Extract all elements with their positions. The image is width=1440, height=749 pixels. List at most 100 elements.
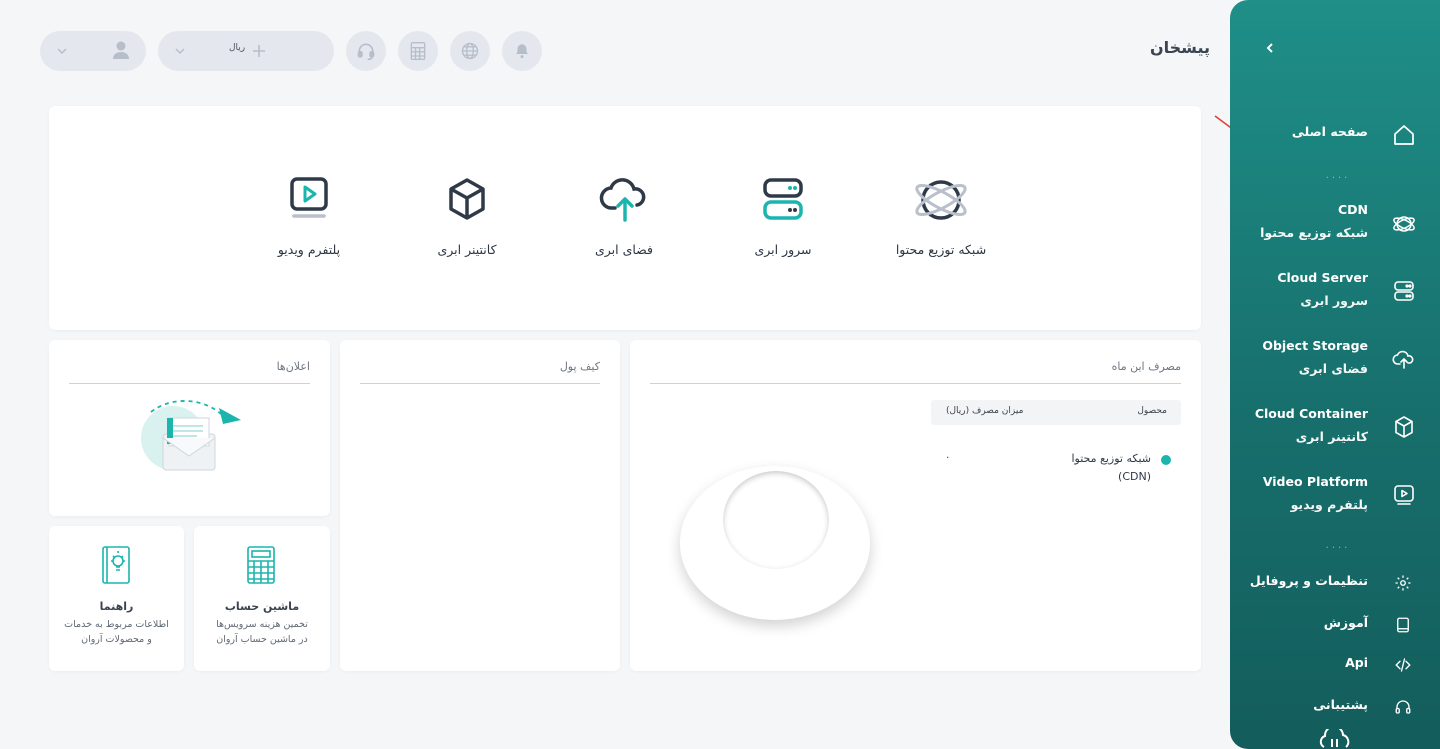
- sidebar-item-video-platform[interactable]: Video Platform پلتفرم ویدیو: [1230, 472, 1440, 528]
- service-video-platform[interactable]: پلتفرم ویدیو: [239, 176, 379, 257]
- divider: [360, 383, 600, 384]
- server-icon: [1394, 281, 1414, 301]
- chevron-down-icon: [57, 48, 67, 55]
- product-sub: (CDN): [1118, 470, 1151, 483]
- globe-icon: [461, 42, 479, 60]
- home-icon: [1394, 125, 1414, 145]
- code-icon: [1395, 658, 1411, 672]
- headset-icon: [357, 43, 375, 61]
- chevron-left-icon: [1266, 43, 1273, 53]
- calculator-icon: [247, 546, 275, 584]
- sidebar-item-label: Video Platform: [1262, 474, 1368, 489]
- service-label: شبکه توزیع محتوا: [895, 242, 987, 257]
- sidebar: صفحه اصلی .... CDN شبکه توزیع محتوا Cloud…: [1230, 0, 1440, 749]
- sidebar-item-settings[interactable]: تنظیمات و پروفایل: [1230, 569, 1440, 599]
- services-card: شبکه توزیع محتوا سرور ابری فضای ابری کان…: [49, 106, 1201, 330]
- service-label: سرور ابری: [754, 242, 812, 257]
- calculator-button[interactable]: [398, 31, 438, 71]
- page-title: پیشخان: [1149, 38, 1210, 57]
- calculator-icon: [410, 42, 426, 60]
- sidebar-item-sublabel: فضای ابری: [1298, 361, 1368, 376]
- sidebar-item-label: Api: [1345, 655, 1368, 670]
- sidebar-item-label: تنظیمات و پروفایل: [1249, 573, 1368, 588]
- chevron-down-icon: [175, 48, 185, 55]
- support-button[interactable]: [346, 31, 386, 71]
- separator-dots: ....: [1325, 170, 1351, 181]
- notifications-title: اعلان‌ها: [276, 360, 310, 373]
- service-label: کانتینر ابری: [437, 242, 497, 257]
- separator-dots: ....: [1325, 540, 1351, 551]
- divider: [650, 383, 1181, 384]
- column-product: محصول: [1137, 406, 1167, 416]
- sidebar-item-sublabel: سرور ابری: [1300, 293, 1368, 308]
- guide-book-icon: [102, 546, 130, 584]
- sidebar-item-learning[interactable]: آموزش: [1230, 611, 1440, 641]
- service-cdn[interactable]: شبکه توزیع محتوا: [871, 176, 1011, 257]
- service-cloud-server[interactable]: سرور ابری: [713, 176, 853, 257]
- service-object-storage[interactable]: فضای ابری: [554, 176, 694, 257]
- usage-table-header: محصول میزان مصرف (ریال): [931, 400, 1181, 425]
- sidebar-collapse-button[interactable]: [1260, 38, 1280, 58]
- sidebar-item-label: صفحه اصلی: [1291, 124, 1368, 139]
- sidebar-item-cdn[interactable]: CDN شبکه توزیع محتوا: [1230, 200, 1440, 256]
- video-icon: [290, 177, 328, 218]
- product-name: شبکه توزیع محتوا: [1071, 452, 1151, 465]
- calculator-desc: در ماشین حساب آروان: [216, 634, 308, 645]
- bell-icon: [516, 44, 528, 59]
- cube-icon: [449, 178, 485, 220]
- sidebar-item-label: پشتیبانی: [1313, 697, 1368, 712]
- currency-label: ریال: [229, 43, 246, 53]
- service-cloud-container[interactable]: کانتینر ابری: [397, 176, 537, 257]
- sidebar-item-label: آموزش: [1323, 615, 1368, 630]
- notifications-card: اعلان‌ها: [49, 340, 330, 516]
- cloud-upload-icon: [1392, 350, 1414, 369]
- sidebar-item-object-storage[interactable]: Object Storage فضای ابری: [1230, 336, 1440, 392]
- calculator-desc: تخمین هزینه سرویس‌ها: [216, 619, 308, 630]
- sidebar-item-sublabel: شبکه توزیع محتوا: [1260, 225, 1368, 240]
- guide-desc: اطلاعات مربوط به خدمات: [64, 619, 169, 630]
- language-button[interactable]: [450, 31, 490, 71]
- guide-card[interactable]: راهنما اطلاعات مربوط به خدمات و محصولات …: [49, 526, 184, 671]
- notifications-button[interactable]: [502, 31, 542, 71]
- service-label: پلتفرم ویدیو: [277, 242, 341, 257]
- cdn-icon: [915, 180, 967, 220]
- add-icon: [253, 45, 265, 57]
- gear-icon: [1395, 575, 1411, 591]
- user-avatar-icon: [113, 41, 129, 59]
- profile-dropdown[interactable]: [40, 31, 146, 71]
- sidebar-item-sublabel: کانتینر ابری: [1295, 429, 1368, 444]
- server-icon: [763, 178, 803, 220]
- divider: [69, 383, 310, 384]
- cube-icon: [1395, 416, 1413, 438]
- donut-hole: [723, 471, 829, 569]
- cdn-icon: [1393, 216, 1415, 232]
- sidebar-item-sublabel: پلتفرم ویدیو: [1290, 497, 1368, 512]
- service-label: فضای ابری: [594, 242, 653, 257]
- cloud-upload-icon: [599, 178, 646, 222]
- wallet-dropdown[interactable]: ریال: [158, 31, 334, 71]
- usage-row: شبکه توزیع محتوا (CDN) ۰: [931, 450, 1181, 490]
- sidebar-item-label: CDN: [1337, 202, 1368, 217]
- sidebar-item-label: Cloud Container: [1254, 406, 1368, 421]
- sidebar-item-support[interactable]: پشتیبانی: [1230, 693, 1440, 723]
- headset-icon: [1395, 700, 1411, 714]
- column-amount: میزان مصرف (ریال): [946, 406, 1024, 416]
- video-icon: [1394, 485, 1414, 505]
- sidebar-item-api[interactable]: Api: [1230, 651, 1440, 681]
- series-dot: [1161, 455, 1171, 465]
- sidebar-item-label: Object Storage: [1262, 338, 1368, 353]
- calculator-title: ماشین حساب: [224, 600, 300, 613]
- wallet-card: کیف پول: [340, 340, 620, 671]
- sidebar-item-label: Cloud Server: [1277, 270, 1368, 285]
- sidebar-item-cloud-container[interactable]: Cloud Container کانتینر ابری: [1230, 404, 1440, 460]
- empty-mail-illustration: [141, 400, 241, 471]
- arvan-logo-icon: [1319, 729, 1350, 748]
- usage-card: مصرف این ماه محصول میزان مصرف (ریال) شبک…: [630, 340, 1201, 671]
- guide-title: راهنما: [99, 600, 134, 613]
- usage-amount: ۰: [945, 452, 951, 463]
- wallet-title: کیف پول: [559, 360, 600, 373]
- sidebar-item-cloud-server[interactable]: Cloud Server سرور ابری: [1230, 268, 1440, 324]
- sidebar-item-home[interactable]: صفحه اصلی: [1230, 120, 1440, 150]
- book-icon: [1397, 617, 1409, 633]
- calculator-card[interactable]: ماشین حساب تخمین هزینه سرویس‌ها در ماشین…: [194, 526, 330, 671]
